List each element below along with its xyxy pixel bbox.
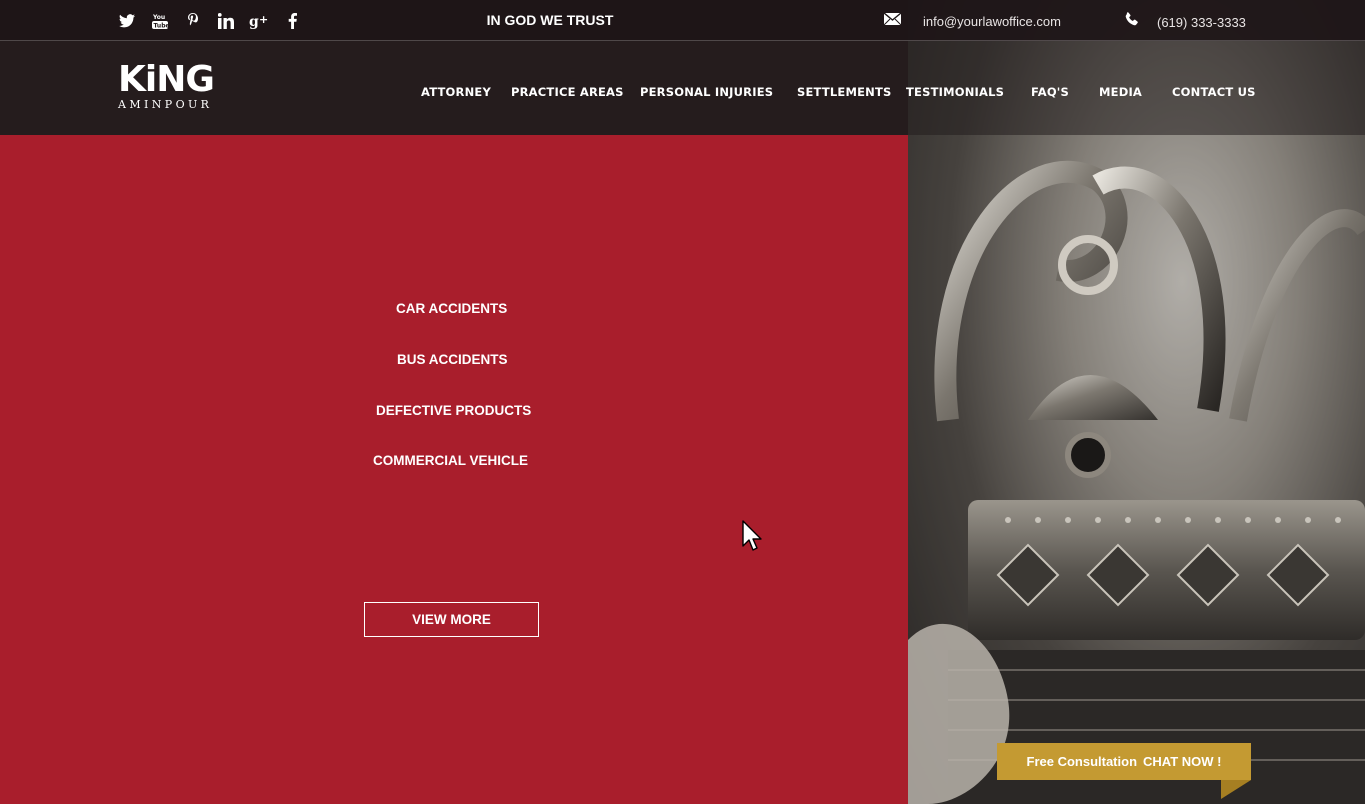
envelope-icon [883, 12, 902, 30]
nav-attorney[interactable]: ATTORNEY [421, 85, 491, 99]
social-links: You Tube g + [117, 11, 315, 31]
practice-areas-panel [0, 135, 908, 804]
nav-personal-injuries[interactable]: PERSONAL INJURIES [640, 85, 773, 99]
svg-text:Tube: Tube [154, 22, 169, 29]
svg-text:+: + [259, 13, 268, 26]
phone-contact[interactable]: (619) 333-3333 [1124, 12, 1246, 32]
chat-label-consultation: Free Consultation [1026, 754, 1138, 769]
facebook-icon[interactable] [282, 11, 302, 31]
chat-now-button[interactable]: Free Consultation CHAT NOW ! [997, 743, 1251, 780]
chat-label-chat-now: CHAT NOW ! [1143, 754, 1222, 769]
svg-text:g: g [249, 14, 259, 29]
main-nav: ATTORNEY PRACTICE AREAS PERSONAL INJURIE… [0, 85, 1365, 101]
view-more-button[interactable]: VIEW MORE [364, 602, 539, 637]
nav-testimonials[interactable]: TESTIMONIALS [906, 85, 1004, 99]
nav-settlements[interactable]: SETTLEMENTS [797, 85, 892, 99]
phone-number[interactable]: (619) 333-3333 [1157, 15, 1246, 30]
google-plus-icon[interactable]: g + [249, 11, 269, 31]
linkedin-icon[interactable] [216, 11, 236, 31]
area-bus-accidents[interactable]: BUS ACCIDENTS [397, 352, 508, 367]
email-contact[interactable]: info@yourlawoffice.com [883, 12, 1061, 30]
youtube-icon[interactable]: You Tube [150, 11, 170, 31]
svg-text:You: You [152, 14, 165, 21]
nav-contact-us[interactable]: CONTACT US [1172, 85, 1256, 99]
area-commercial-vehicle[interactable]: COMMERCIAL VEHICLE [373, 453, 528, 468]
mouse-cursor-icon [742, 520, 762, 557]
email-address[interactable]: info@yourlawoffice.com [923, 14, 1061, 29]
area-car-accidents[interactable]: CAR ACCIDENTS [396, 301, 507, 316]
nav-practice-areas[interactable]: PRACTICE AREAS [511, 85, 624, 99]
phone-icon [1124, 12, 1139, 32]
top-bar: You Tube g + IN GOD WE TRUST info@yourlawo… [0, 0, 1365, 41]
chat-button-tail [1221, 780, 1251, 799]
nav-media[interactable]: MEDIA [1099, 85, 1142, 99]
motto-text: IN GOD WE TRUST [486, 12, 614, 28]
nav-faqs[interactable]: FAQ'S [1031, 85, 1069, 99]
pinterest-icon[interactable] [183, 11, 203, 31]
area-defective-products[interactable]: DEFECTIVE PRODUCTS [376, 403, 531, 418]
twitter-icon[interactable] [117, 11, 137, 31]
